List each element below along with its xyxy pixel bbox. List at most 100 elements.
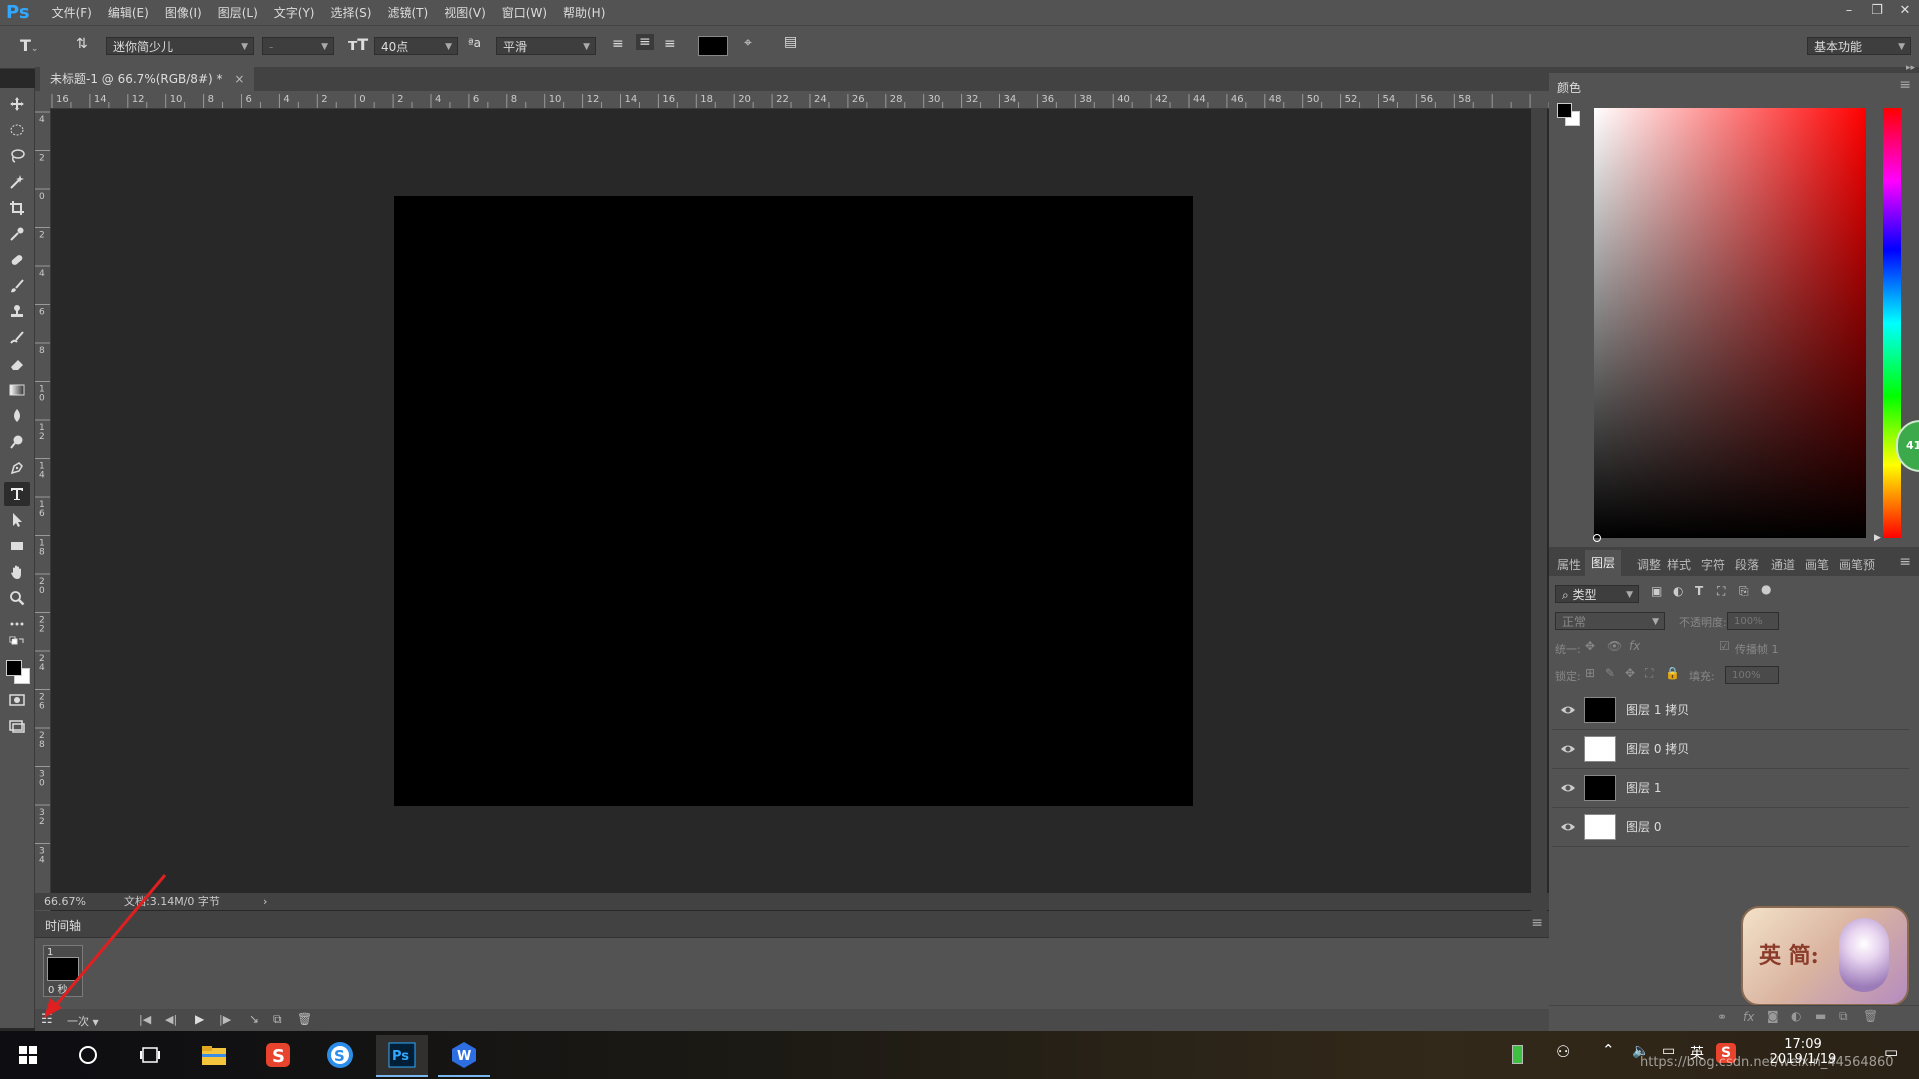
sogou-browser-icon[interactable]: S — [314, 1035, 366, 1075]
sogou-input-icon[interactable]: S — [252, 1035, 304, 1075]
tab-brush-presets[interactable]: 画笔预 — [1839, 556, 1875, 573]
status-menu-arrow-icon[interactable]: › — [263, 893, 267, 910]
hue-slider-handle-icon[interactable]: ▶ — [1874, 533, 1881, 543]
pen-tool-icon[interactable] — [4, 456, 30, 480]
zoom-tool-icon[interactable] — [4, 586, 30, 610]
lock-position-icon[interactable]: ✥ — [1625, 666, 1635, 680]
layer-name[interactable]: 图层 1 拷贝 — [1626, 701, 1689, 718]
layer-row[interactable]: 图层 0 拷贝 — [1552, 730, 1909, 769]
document-tab[interactable]: 未标题-1 @ 66.7%(RGB/8#) * × — [40, 67, 255, 91]
lock-artboard-icon[interactable]: ⛶ — [1645, 666, 1653, 681]
adjustment-layer-icon[interactable]: ◐ — [1791, 1009, 1801, 1023]
layer-name[interactable]: 图层 1 — [1626, 779, 1661, 796]
panel-menu-icon[interactable]: ≡ — [1899, 554, 1911, 570]
panel-menu-icon[interactable]: ≡ — [1531, 915, 1543, 931]
new-group-icon[interactable]: ▬ — [1815, 1009, 1826, 1023]
link-layers-icon[interactable]: ⚭ — [1717, 1010, 1727, 1024]
fill-field[interactable]: 100% — [1725, 666, 1779, 684]
tween-icon[interactable]: ↘ — [249, 1012, 259, 1026]
layer-style-icon[interactable]: fx — [1743, 1010, 1754, 1024]
eyedropper-tool-icon[interactable] — [4, 222, 30, 246]
filter-pixel-icon[interactable]: ▣ — [1651, 584, 1662, 598]
eye-icon[interactable] — [1560, 819, 1576, 835]
document-canvas[interactable] — [394, 196, 1193, 806]
battery-icon[interactable] — [1512, 1045, 1523, 1064]
layer-row[interactable]: 图层 1 — [1552, 769, 1909, 808]
blend-mode-select[interactable]: 正常 ▼ — [1555, 612, 1665, 630]
swap-colors-icon[interactable] — [4, 636, 30, 652]
text-color-swatch[interactable] — [698, 36, 728, 56]
wps-icon[interactable]: W — [438, 1035, 490, 1077]
brush-tool-icon[interactable] — [4, 274, 30, 298]
hue-slider[interactable] — [1883, 108, 1901, 538]
font-family-select[interactable]: 迷你简少儿 ▼ — [106, 37, 254, 55]
photoshop-taskbar-icon[interactable]: Ps — [376, 1035, 428, 1077]
collapse-icon[interactable]: ▸▸ — [1906, 63, 1915, 73]
menu-window[interactable]: 窗口(W) — [502, 4, 547, 21]
layer-name[interactable]: 图层 0 — [1626, 818, 1661, 835]
magic-wand-tool-icon[interactable] — [4, 170, 30, 194]
layer-row[interactable]: 图层 1 拷贝 — [1552, 691, 1909, 730]
history-brush-tool-icon[interactable] — [4, 326, 30, 350]
stamp-tool-icon[interactable] — [4, 300, 30, 324]
filter-smart-object-icon[interactable]: ⎘ — [1739, 584, 1749, 599]
tab-character[interactable]: 字符 — [1701, 556, 1725, 573]
healing-brush-tool-icon[interactable] — [4, 248, 30, 272]
menu-file[interactable]: 文件(F) — [52, 4, 92, 21]
filter-shape-icon[interactable]: ⛶ — [1717, 584, 1725, 599]
align-center-icon[interactable]: ≡ — [636, 34, 654, 50]
menu-select[interactable]: 选择(S) — [331, 4, 372, 21]
filter-adjustment-icon[interactable]: ◐ — [1673, 584, 1683, 598]
people-icon[interactable]: ⚇ — [1556, 1042, 1570, 1061]
align-right-icon[interactable]: ≡ — [664, 36, 676, 52]
color-panel-title[interactable]: 颜色 — [1557, 79, 1581, 96]
color-picker-field[interactable] — [1594, 108, 1866, 538]
color-picker-cursor[interactable] — [1593, 534, 1601, 542]
quick-mask-icon[interactable] — [4, 688, 30, 712]
menu-edit[interactable]: 编辑(E) — [108, 4, 149, 21]
foreground-color-chip[interactable] — [1557, 103, 1572, 118]
eye-icon[interactable] — [1560, 741, 1576, 757]
screen-mode-icon[interactable] — [4, 714, 30, 738]
lock-all-icon[interactable]: 🔒 — [1665, 666, 1680, 680]
vertical-scrollbar[interactable] — [1531, 108, 1547, 924]
warp-text-icon[interactable]: ⌖ — [744, 35, 752, 51]
next-frame-icon[interactable]: |▶ — [219, 1013, 231, 1026]
tab-styles[interactable]: 样式 — [1667, 556, 1691, 573]
menu-filter[interactable]: 滤镜(T) — [387, 4, 428, 21]
lock-pixels-icon[interactable]: ✎ — [1605, 666, 1615, 680]
tab-brushes[interactable]: 画笔 — [1805, 556, 1829, 573]
type-tool-icon[interactable] — [4, 482, 30, 506]
layer-filter-select[interactable]: ⌕ 类型 ▼ — [1555, 585, 1639, 603]
align-left-icon[interactable]: ≡ — [612, 36, 624, 52]
delete-frame-icon[interactable]: 🗑 — [297, 1012, 312, 1026]
opacity-field[interactable]: 100% — [1727, 612, 1779, 630]
eraser-tool-icon[interactable] — [4, 352, 30, 376]
eye-icon[interactable] — [1560, 702, 1576, 718]
more-tools-icon[interactable] — [4, 612, 30, 636]
tab-channels[interactable]: 通道 — [1771, 556, 1795, 573]
propagate-checkbox[interactable]: ☑ — [1719, 639, 1730, 653]
unify-position-icon[interactable]: ✥ — [1585, 639, 1595, 653]
type-tool-preset-icon[interactable]: T⌄ — [20, 36, 38, 55]
menu-type[interactable]: 文字(Y) — [274, 4, 315, 21]
antialias-select[interactable]: 平滑 ▼ — [496, 37, 596, 55]
add-mask-icon[interactable]: ◙ — [1767, 1009, 1779, 1023]
close-button[interactable]: ✕ — [1891, 0, 1919, 25]
menu-view[interactable]: 视图(V) — [444, 4, 486, 21]
workspace-select[interactable]: 基本功能 ▼ — [1807, 37, 1911, 55]
filter-type-icon[interactable]: T — [1695, 584, 1703, 598]
rectangle-tool-icon[interactable] — [4, 534, 30, 558]
play-icon[interactable]: ▶ — [195, 1012, 204, 1026]
panel-menu-icon[interactable]: ≡ — [1899, 77, 1911, 93]
crop-tool-icon[interactable] — [4, 196, 30, 220]
file-explorer-icon[interactable] — [188, 1035, 240, 1075]
task-view-icon[interactable] — [124, 1035, 176, 1075]
tray-expand-icon[interactable]: ⌃ — [1602, 1041, 1615, 1059]
filter-toggle-icon[interactable]: ● — [1761, 582, 1771, 596]
menu-layer[interactable]: 图层(L) — [218, 4, 258, 21]
menu-help[interactable]: 帮助(H) — [563, 4, 605, 21]
gradient-tool-icon[interactable] — [4, 378, 30, 402]
tab-layers[interactable]: 图层 — [1585, 550, 1622, 576]
move-tool-icon[interactable] — [4, 92, 30, 116]
